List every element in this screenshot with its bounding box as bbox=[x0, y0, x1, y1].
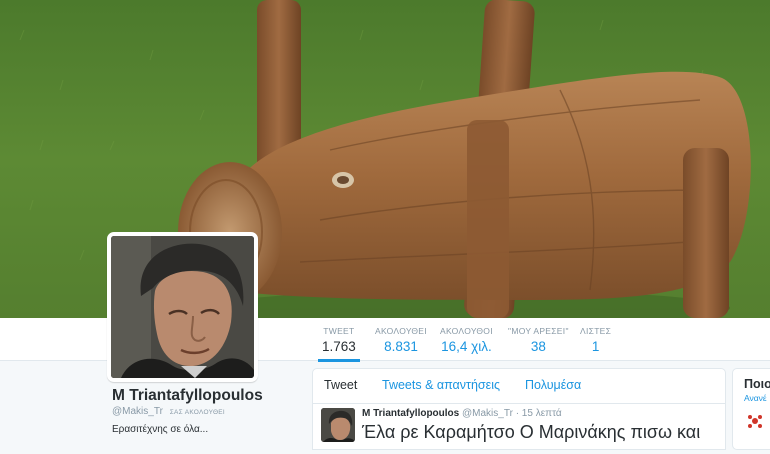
stat-lists[interactable]: ΛΙΣΤΕΣ 1 bbox=[580, 326, 611, 354]
profile-avatar[interactable] bbox=[107, 232, 258, 382]
stat-value: 1 bbox=[591, 339, 600, 354]
tweet-author-handle[interactable]: @Makis_Tr bbox=[462, 408, 513, 419]
timeline-tabs: Tweet Tweets & απαντήσεις Πολυμέσα bbox=[313, 369, 725, 404]
stat-value: 38 bbox=[530, 339, 546, 354]
suggestion-icon bbox=[748, 415, 762, 428]
stat-label: ΛΙΣΤΕΣ bbox=[580, 326, 612, 336]
stat-value: 16,4 χιλ. bbox=[441, 339, 492, 354]
stat-value: 1.763 bbox=[322, 339, 356, 354]
stat-label: ΑΚΟΛΟΥΘΕΙ bbox=[375, 326, 427, 336]
stat-label: "ΜΟΥ ΑΡΕΣΕΙ" bbox=[508, 326, 569, 336]
tweet-header: M Triantafyllopoulos @Makis_Tr · 15 λεπτ… bbox=[362, 408, 562, 419]
tweet-avatar[interactable] bbox=[321, 408, 355, 442]
stat-likes[interactable]: "ΜΟΥ ΑΡΕΣΕΙ" 38 bbox=[508, 326, 569, 354]
follows-you-badge: ΣΑΣ ΑΚΟΛΟΥΘΕΙ bbox=[169, 409, 226, 416]
profile-handle-line: @Makis_Tr ΣΑΣ ΑΚΟΛΟΥΘΕΙ bbox=[112, 406, 225, 417]
who-to-follow-card: Ποιο Ανανέ bbox=[732, 368, 770, 450]
stat-label: ΑΚΟΛΟΥΘΟΙ bbox=[440, 326, 493, 336]
stat-value: 8.831 bbox=[384, 339, 418, 354]
stat-following[interactable]: ΑΚΟΛΟΥΘΕΙ 8.831 bbox=[375, 326, 427, 354]
avatar-photo bbox=[111, 236, 254, 378]
stat-followers[interactable]: ΑΚΟΛΟΥΘΟΙ 16,4 χιλ. bbox=[440, 326, 493, 354]
refresh-link[interactable]: Ανανέ bbox=[744, 393, 767, 403]
tweet-avatar-photo bbox=[321, 408, 355, 442]
tweet-timestamp[interactable]: · 15 λεπτά bbox=[516, 408, 562, 419]
profile-handle[interactable]: @Makis_Tr bbox=[112, 406, 163, 417]
tab-tweets[interactable]: Tweet bbox=[324, 378, 357, 392]
tab-tweets-and-replies[interactable]: Tweets & απαντήσεις bbox=[382, 378, 500, 392]
profile-bio: Ερασιτέχνης σε όλα... bbox=[112, 424, 209, 435]
profile-display-name[interactable]: M Triantafyllopoulos bbox=[112, 387, 263, 405]
tweet-author-name[interactable]: M Triantafyllopoulos bbox=[362, 408, 459, 419]
timeline: Tweet Tweets & απαντήσεις Πολυμέσα M Tri… bbox=[312, 368, 726, 450]
tab-media[interactable]: Πολυμέσα bbox=[525, 378, 581, 392]
stat-label: TWEET bbox=[323, 326, 355, 336]
side-card-title: Ποιο bbox=[744, 377, 770, 391]
stat-tweets[interactable]: TWEET 1.763 bbox=[318, 326, 360, 362]
tweet-item[interactable]: M Triantafyllopoulos @Makis_Tr · 15 λεπτ… bbox=[313, 404, 725, 454]
